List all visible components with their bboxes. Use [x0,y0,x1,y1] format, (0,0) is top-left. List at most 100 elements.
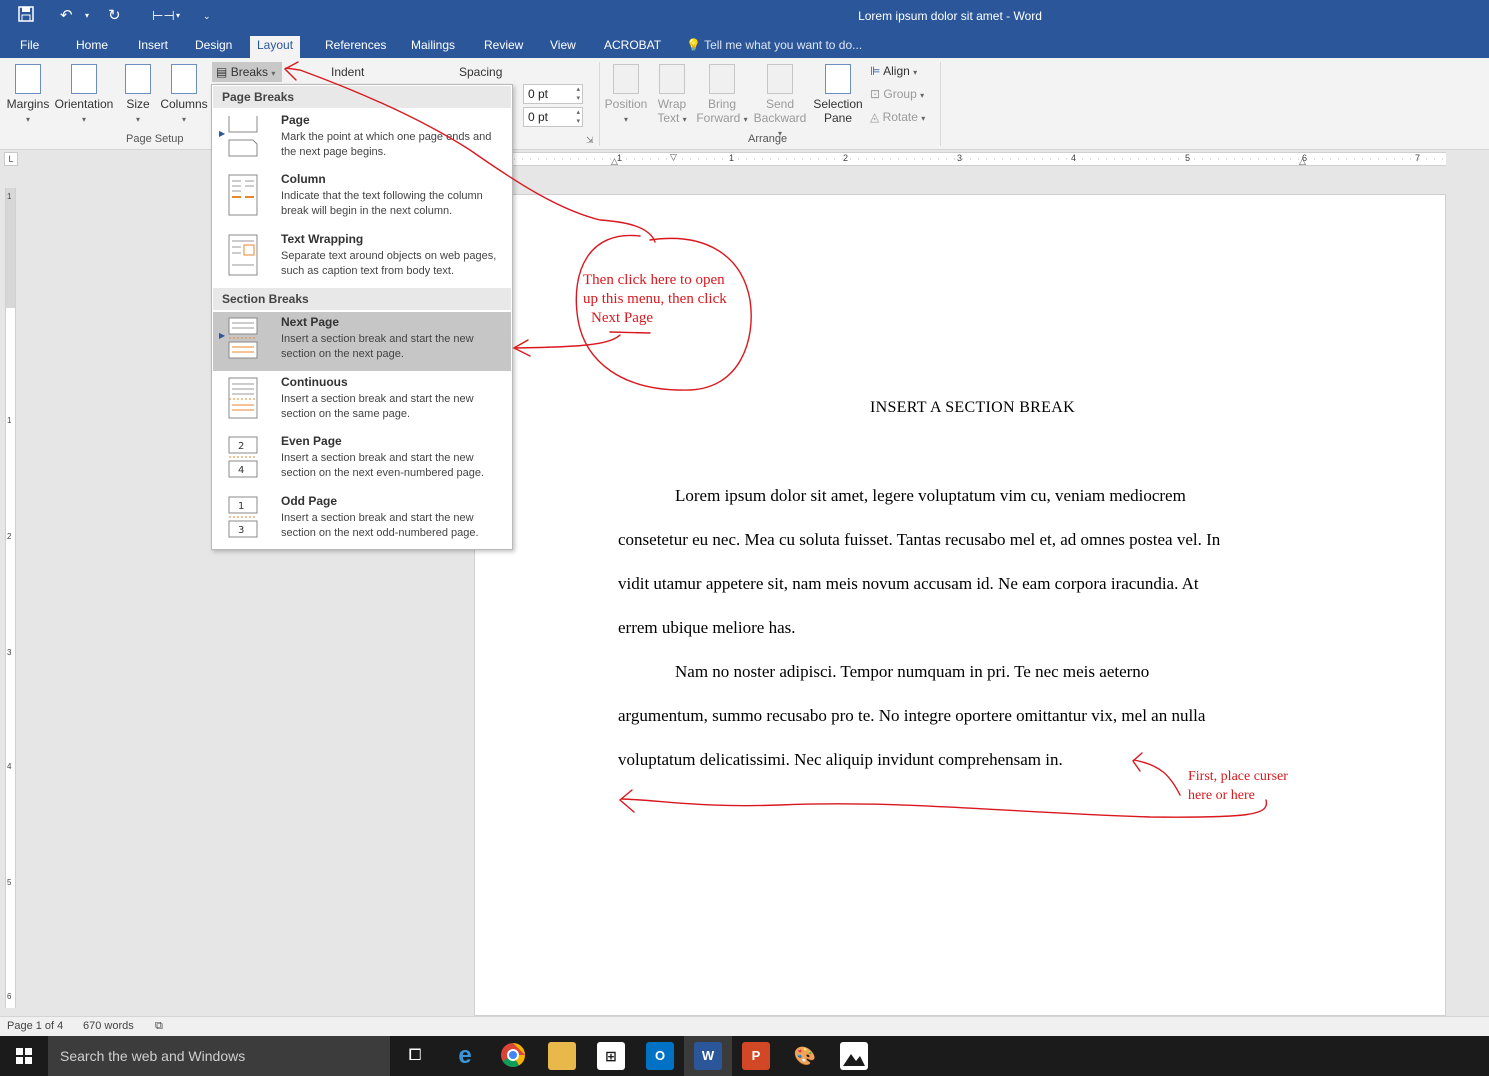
breaks-menu: Page Breaks ▶ Page Mark the point at whi… [211,84,513,550]
menu-item-title: Odd Page [281,494,338,508]
send-backward-icon [767,64,793,94]
selection-pane-icon [825,64,851,94]
tab-references[interactable]: References [318,36,393,58]
send-backward-label-2: Backward [753,111,807,125]
powerpoint-icon[interactable]: P [742,1042,770,1070]
tab-file[interactable]: File [13,36,46,58]
menu-item-next-page[interactable]: ▶ Next Page Insert a section break and s… [213,312,511,371]
bring-forward-icon [709,64,735,94]
paragraph-2[interactable]: Nam no noster adipisci. Tempor numquam i… [618,650,1318,782]
selection-pane-button[interactable]: Selection Pane [812,64,864,125]
text-line[interactable]: Lorem ipsum dolor sit amet, legere volup… [618,474,1318,518]
text-line[interactable]: argumentum, summo recusabo pro te. No in… [618,694,1318,738]
tab-layout[interactable]: Layout [250,36,301,58]
tab-home[interactable]: Home [69,36,115,58]
margins-button[interactable]: Margins ▾ [6,64,50,125]
ruler-mark: 5 [7,878,12,887]
outlook-icon[interactable]: O [646,1042,674,1070]
wrap-text-icon [659,64,685,94]
margins-icon [15,64,41,94]
taskbar-search-box[interactable]: Search the web and Windows [48,1036,390,1076]
tab-insert[interactable]: Insert [131,36,175,58]
spacing-before-input[interactable]: 0 pt [523,84,583,104]
windows-start-button[interactable] [0,1036,48,1076]
ruler-mark: 4 [1071,153,1077,163]
page-count[interactable]: Page 1 of 4 [7,1020,63,1032]
spacing-after-input[interactable]: 0 pt [523,107,583,127]
position-button[interactable]: Position ▾ [603,64,649,125]
proofing-icon[interactable]: ⧉ [155,1020,163,1033]
tab-selector[interactable]: L [4,152,18,166]
group-separator [940,62,941,146]
word-count[interactable]: 670 words [83,1020,134,1032]
word-icon[interactable]: W [694,1042,722,1070]
menu-item-desc: Insert a section break and start the new… [281,333,474,360]
menu-item-text-wrapping-break[interactable]: Text Wrapping Separate text around objec… [213,229,511,288]
size-button[interactable]: Size ▾ [122,64,154,125]
align-button[interactable]: ⊫ Align ▾ [870,64,917,78]
horizontal-ruler[interactable]: 1 1 2 3 4 5 6 7 ▽ △ △ [474,152,1446,166]
vertical-ruler[interactable]: 1 1 2 3 4 5 6 [5,188,16,1008]
annotation-line: First, place curser [1188,769,1288,784]
ruler-mark: 6 [7,992,12,1001]
paragraph-1[interactable]: Lorem ipsum dolor sit amet, legere volup… [618,474,1318,650]
breaks-button[interactable]: ▤ Breaks ▾ [212,62,282,82]
tab-review[interactable]: Review [477,36,530,58]
position-icon [613,64,639,94]
text-line[interactable]: consetetur eu nec. Mea cu soluta fuisset… [618,518,1318,562]
store-icon[interactable]: ⊞ [597,1042,625,1070]
photos-icon[interactable] [840,1042,868,1070]
tell-me-box[interactable]: 💡 Tell me what you want to do... [686,36,862,58]
first-line-indent-marker[interactable]: ▽ [670,152,677,163]
menu-item-desc: Indicate that the text following the col… [281,190,483,217]
svg-text:2: 2 [238,441,244,452]
tab-acrobat[interactable]: ACROBAT [597,36,668,58]
menu-item-column-break[interactable]: Column Indicate that the text following … [213,169,511,228]
windows-taskbar: Search the web and Windows ⧠ e ⊞ O W P 🎨 [0,1036,1489,1076]
chrome-icon[interactable] [499,1042,527,1070]
menu-item-odd-page[interactable]: 13 Odd Page Insert a section break and s… [213,491,511,550]
odd-page-icon: 13 [228,496,258,538]
ruler-mark: 1 [7,416,12,425]
text-wrapping-icon [228,234,258,276]
tell-me-label: Tell me what you want to do... [704,38,863,52]
tab-design[interactable]: Design [188,36,239,58]
group-button[interactable]: ⊡ Group ▾ [870,87,924,101]
tab-mailings[interactable]: Mailings [404,36,462,58]
rotate-button[interactable]: ◬ Rotate ▾ [870,110,925,124]
orientation-button[interactable]: Orientation ▾ [54,64,114,125]
file-explorer-icon[interactable] [548,1042,576,1070]
rotate-icon: ◬ [870,110,880,124]
page-setup-group-label: Page Setup [126,133,184,145]
menu-item-continuous[interactable]: Continuous Insert a section break and st… [213,372,511,431]
left-indent-marker[interactable]: △ [611,156,618,167]
spacing-label: Spacing [459,65,503,79]
task-view-icon[interactable]: ⧠ [401,1042,429,1070]
edge-icon[interactable]: e [451,1042,479,1070]
ruler-mark: 1 [7,192,12,201]
orientation-label: Orientation [54,97,114,111]
right-indent-marker[interactable]: △ [1299,156,1306,167]
page-break-icon [228,116,258,157]
paint-icon[interactable]: 🎨 [791,1042,819,1070]
menu-item-even-page[interactable]: 24 Even Page Insert a section break and … [213,431,511,490]
selection-pane-label-2: Pane [823,111,853,125]
group-label: Group [883,87,917,101]
document-heading[interactable]: INSERT A SECTION BREAK [870,399,1075,417]
annotation-cursor-note: First, place curser here or here [1188,767,1288,805]
menu-item-desc: Insert a section break and start the new… [281,393,474,420]
tab-view[interactable]: View [543,36,583,58]
wrap-text-button[interactable]: Wrap Text ▾ [652,64,692,125]
position-label: Position [604,97,648,111]
breaks-label: Breaks [230,65,269,79]
menu-item-page-break[interactable]: ▶ Page Mark the point at which one page … [213,110,511,169]
text-line[interactable]: Nam no noster adipisci. Tempor numquam i… [618,650,1318,694]
text-line[interactable]: errem ubique meliore has. [618,606,1318,650]
columns-button[interactable]: Columns ▾ [158,64,210,125]
svg-text:4: 4 [238,465,244,476]
bring-forward-button[interactable]: Bring Forward ▾ [694,64,750,125]
paragraph-dialog-launcher-icon[interactable]: ⇲ [586,135,594,146]
send-backward-button[interactable]: Send Backward ▾ [750,64,810,139]
ruler-mark: 5 [1185,153,1191,163]
text-line[interactable]: vidit utamur appetere sit, nam meis novu… [618,562,1318,606]
